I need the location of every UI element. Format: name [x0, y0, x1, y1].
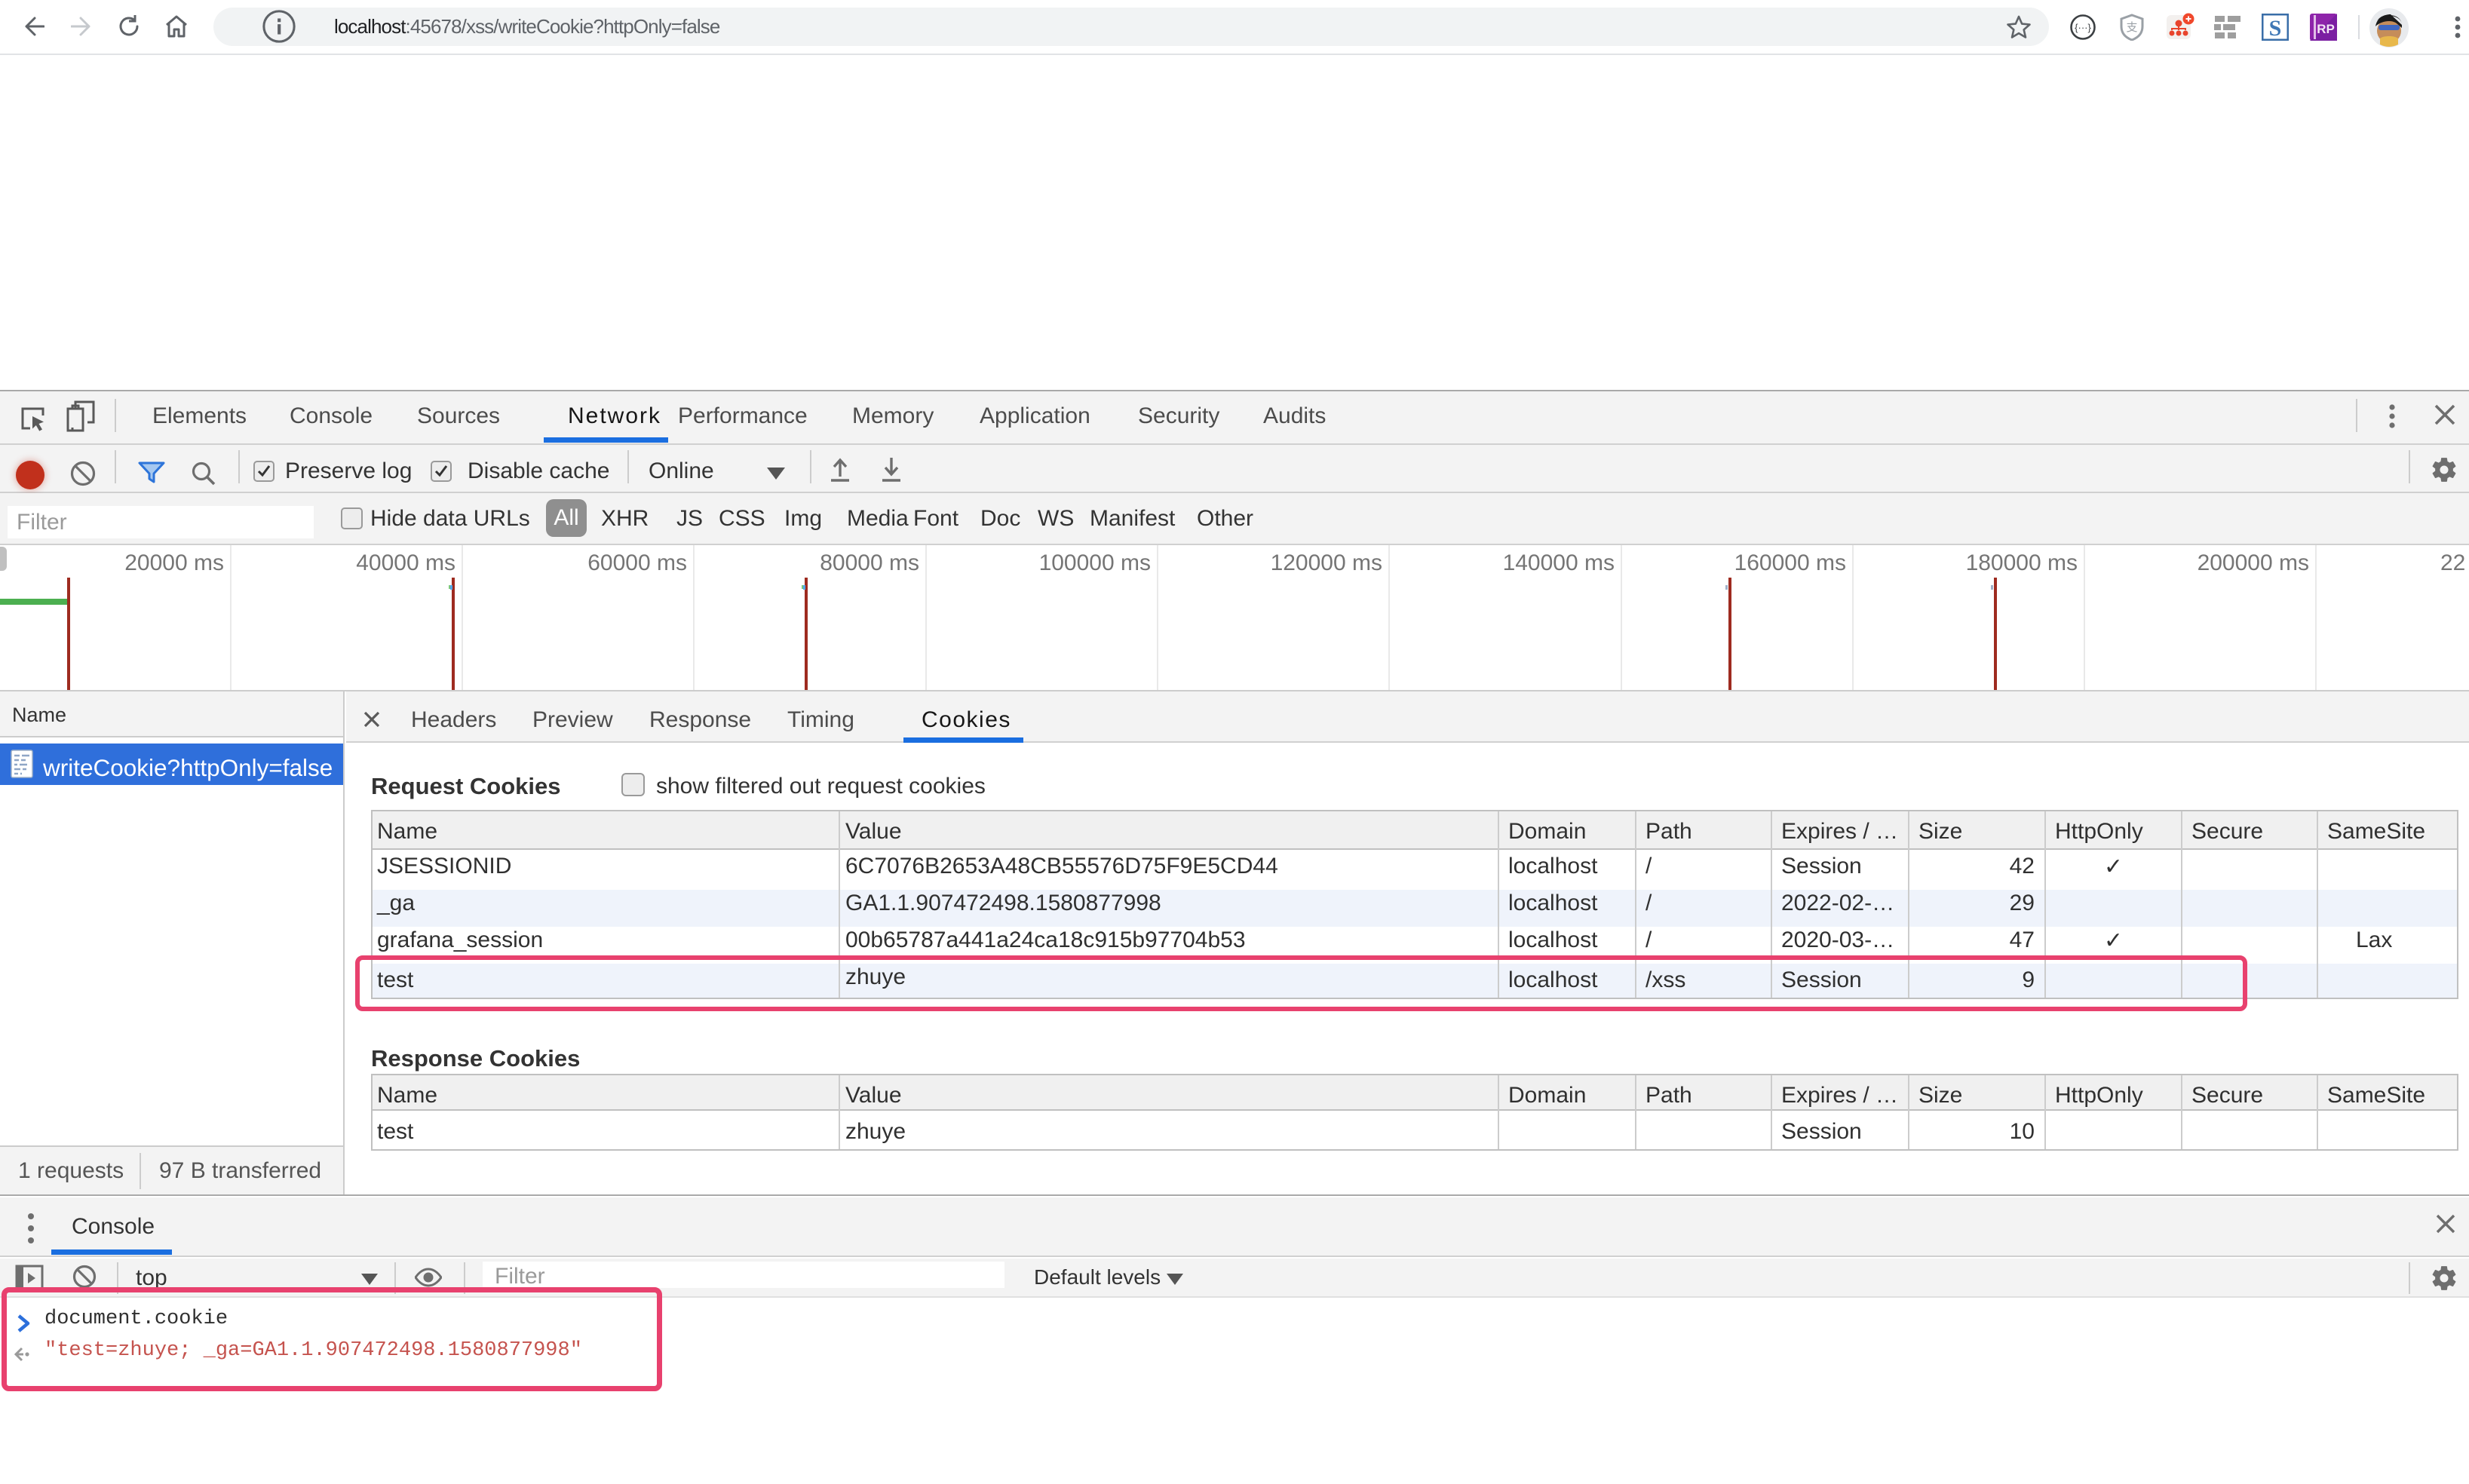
svg-text:RP: RP: [2317, 22, 2335, 36]
svg-text:支: 支: [2126, 21, 2137, 34]
svg-text:{···}: {···}: [2075, 22, 2091, 33]
svg-text:S: S: [2269, 16, 2282, 41]
